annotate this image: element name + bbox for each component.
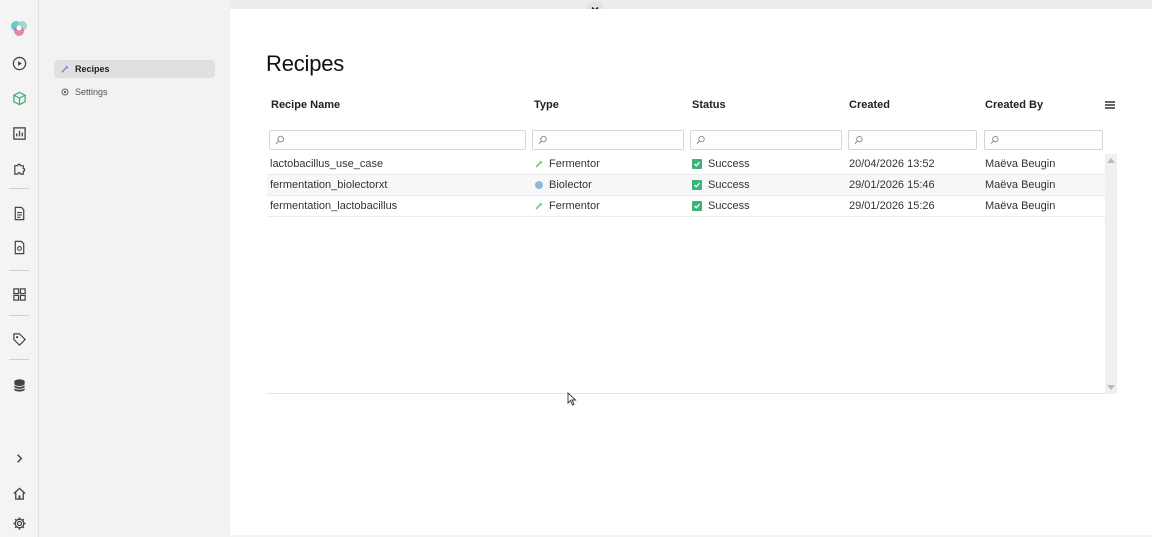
cell-status: Success — [692, 200, 750, 212]
column-header-recipe-name[interactable]: Recipe Name — [271, 99, 340, 111]
filter-created[interactable] — [848, 130, 977, 150]
gear-icon — [60, 87, 70, 97]
subnav-item-label: Settings — [75, 87, 108, 97]
page-title: Recipes — [266, 51, 345, 76]
cell-type-label: Biolector — [549, 179, 592, 191]
cell-created: 29/01/2026 15:26 — [849, 200, 935, 212]
search-icon — [696, 135, 705, 145]
column-header-created[interactable]: Created — [849, 99, 890, 111]
recipes-table: lactobacillus_use_case Fermentor Success… — [267, 154, 1117, 394]
filter-created-by[interactable] — [984, 130, 1103, 150]
filter-type[interactable] — [532, 130, 684, 150]
cell-type-label: Fermentor — [549, 158, 600, 170]
icon-rail — [0, 0, 39, 537]
mouse-cursor-icon — [567, 392, 577, 406]
analytics-icon[interactable] — [10, 124, 28, 142]
table-scrollbar[interactable] — [1105, 154, 1117, 394]
cell-recipe-name: fermentation_lactobacillus — [270, 200, 398, 212]
filter-recipe-name[interactable] — [269, 130, 526, 150]
home-icon[interactable] — [10, 484, 28, 502]
search-icon — [990, 135, 999, 144]
table-row[interactable]: lactobacillus_use_case Fermentor Success… — [267, 154, 1105, 175]
pipette-icon — [534, 201, 544, 211]
biolector-dot-icon — [534, 180, 544, 190]
cell-type: Fermentor — [534, 158, 600, 170]
filter-created-by-input[interactable] — [1001, 134, 1102, 146]
subnav-item-settings[interactable]: Settings — [54, 83, 215, 101]
search-icon — [275, 135, 285, 145]
success-check-icon — [692, 180, 702, 190]
cell-created-by: Maëva Beugin — [985, 158, 1056, 170]
main-panel: Recipes Recipe Name Type Status Created … — [230, 9, 1152, 535]
table-row[interactable]: fermentation_lactobacillus Fermentor Suc… — [267, 196, 1105, 217]
expand-icon[interactable] — [10, 449, 28, 467]
column-header-type[interactable]: Type — [534, 99, 559, 111]
cell-status-label: Success — [708, 200, 750, 212]
dashboard-icon[interactable] — [10, 285, 28, 303]
cell-recipe-name: lactobacillus_use_case — [270, 158, 384, 170]
app-logo-icon[interactable] — [8, 17, 30, 39]
sub-navigation: Recipes Settings — [39, 0, 230, 537]
filter-type-input[interactable] — [550, 134, 683, 146]
cell-type: Biolector — [534, 179, 592, 191]
cell-created: 20/04/2026 13:52 — [849, 158, 935, 170]
success-check-icon — [692, 201, 702, 211]
tags-icon[interactable] — [10, 330, 28, 348]
success-check-icon — [692, 159, 702, 169]
cell-created: 29/01/2026 15:46 — [849, 179, 935, 191]
cell-recipe-name: fermentation_biolectorxt — [270, 179, 388, 191]
cell-status-label: Success — [708, 158, 750, 170]
cell-status-label: Success — [708, 179, 750, 191]
cell-created-by: Maëva Beugin — [985, 200, 1056, 212]
cell-status: Success — [692, 179, 750, 191]
search-icon — [854, 135, 863, 144]
column-menu-icon[interactable] — [1104, 99, 1116, 111]
filter-recipe-name-input[interactable] — [287, 134, 525, 146]
pipette-icon — [534, 159, 544, 169]
filter-status-input[interactable] — [708, 134, 841, 146]
cell-created-by: Maëva Beugin — [985, 179, 1056, 191]
search-icon — [538, 135, 547, 145]
table-row[interactable]: fermentation_biolectorxt Biolector Succe… — [267, 175, 1105, 196]
subnav-item-label: Recipes — [75, 64, 110, 74]
filter-status[interactable] — [690, 130, 842, 150]
reports-icon[interactable] — [10, 238, 28, 256]
scroll-down-icon[interactable] — [1107, 385, 1115, 390]
flask-icon — [60, 64, 70, 74]
documents-icon[interactable] — [10, 204, 28, 222]
recipe-cube-icon[interactable] — [10, 89, 28, 107]
settings-icon[interactable] — [10, 514, 28, 532]
top-strip — [230, 0, 1152, 9]
database-icon[interactable] — [10, 376, 28, 394]
run-icon[interactable] — [10, 54, 28, 72]
scroll-up-icon[interactable] — [1107, 158, 1115, 163]
column-header-created-by[interactable]: Created By — [985, 99, 1043, 111]
cell-type-label: Fermentor — [549, 200, 600, 212]
cell-status: Success — [692, 158, 750, 170]
plugins-icon[interactable] — [10, 159, 28, 177]
filter-created-input[interactable] — [866, 134, 976, 146]
subnav-item-recipes[interactable]: Recipes — [54, 60, 215, 78]
column-header-status[interactable]: Status — [692, 99, 726, 111]
cell-type: Fermentor — [534, 200, 600, 212]
